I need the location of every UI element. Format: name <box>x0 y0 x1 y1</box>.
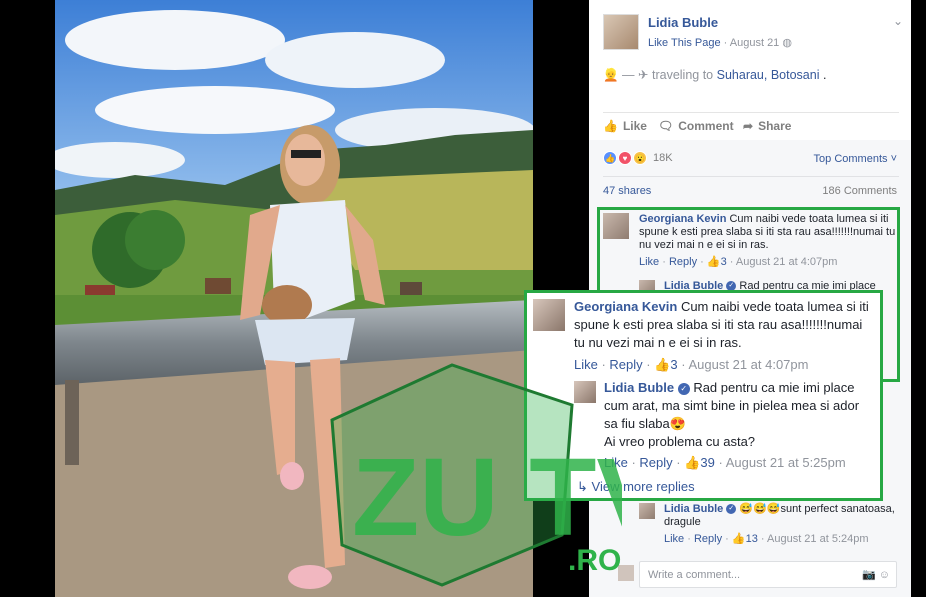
top-comments-label: Top Comments <box>813 153 888 165</box>
reply-arrow-icon: ↳ <box>577 479 592 494</box>
chevron-down-icon[interactable]: ⌄ <box>893 14 903 28</box>
commenter-avatar-zoom[interactable] <box>533 299 565 331</box>
view-more-replies[interactable]: ↳ View more replies <box>577 478 695 496</box>
replier-avatar-zoom[interactable] <box>574 381 596 403</box>
replier-avatar[interactable] <box>639 503 655 519</box>
love-reaction-icon: ♥ <box>618 151 632 165</box>
comment-input-icons: 📷 ☺ <box>862 568 890 581</box>
status-place[interactable]: Suharau, Botosani <box>717 68 820 82</box>
emoji-icon[interactable]: ☺ <box>879 569 890 581</box>
thumbs-up-icon: 👍 <box>684 455 701 470</box>
like-label: Like <box>622 119 647 133</box>
zoom-comment-actions: Like · Reply · 👍3 · August 21 at 4:07pm <box>574 357 809 372</box>
post-meta: Like This Page · August 21 ◍ <box>648 36 792 49</box>
status-traveling: traveling to <box>651 68 714 82</box>
reply-item: Lidia Buble ✓ 😅😅😅sunt perfect sanatoasa,… <box>639 503 899 546</box>
thumbs-up-icon: 👍 <box>654 357 671 372</box>
divider <box>603 176 899 177</box>
thumbs-up-icon: 👍 <box>603 119 618 133</box>
comments-count[interactable]: 186 Comments <box>822 185 897 197</box>
photo-illustration <box>55 0 533 597</box>
reply-reply-link[interactable]: Reply <box>694 533 722 545</box>
wow-reaction-icon: 😮 <box>633 151 647 165</box>
verified-badge-icon: ✓ <box>726 504 737 515</box>
author-avatar[interactable] <box>603 14 639 50</box>
zoomed-comment-overlay: Georgiana Kevin Cum naibi vede toata lum… <box>524 290 883 501</box>
reactions-summary[interactable]: 👍 ♥ 😮 18K <box>603 151 673 165</box>
status-end: . <box>822 68 827 82</box>
zoom-time[interactable]: August 21 at 4:07pm <box>689 357 809 372</box>
reply-like-link[interactable]: Like <box>664 533 684 545</box>
share-button[interactable]: ➦ Share <box>743 119 791 133</box>
zoom-comment-body: Georgiana Kevin Cum naibi vede toata lum… <box>574 298 874 352</box>
like-page-link[interactable]: Like This Page <box>648 37 721 49</box>
like-button[interactable]: 👍 Like <box>603 119 647 133</box>
zoom-reply-body: Lidia Buble ✓ Rad pentru ca mie imi plac… <box>604 379 874 451</box>
zoom-reply-reply-link[interactable]: Reply <box>639 455 672 470</box>
user-avatar <box>618 565 634 581</box>
zoom-likes[interactable]: 3 <box>670 357 677 372</box>
comment-button[interactable]: 🗨 Comment <box>658 119 734 133</box>
zoom-reply-time[interactable]: August 21 at 5:25pm <box>726 455 846 470</box>
screenshot-stage: Lidia Buble Like This Page · August 21 ◍… <box>0 0 926 597</box>
comment-label: Comment <box>678 119 734 133</box>
zoom-like-link[interactable]: Like <box>574 357 598 372</box>
zoom-reply-link[interactable]: Reply <box>609 357 642 372</box>
commenter-name-zoom[interactable]: Georgiana Kevin <box>574 299 677 314</box>
comment-icon: 🗨 <box>658 119 674 133</box>
replier-name-zoom[interactable]: Lidia Buble <box>604 380 674 395</box>
post-header: Lidia Buble Like This Page · August 21 ◍… <box>603 14 903 54</box>
divider <box>603 112 899 113</box>
zoom-reply-actions: Like · Reply · 👍39 · August 21 at 5:25pm <box>604 455 846 470</box>
top-comments-dropdown[interactable]: Top Comments ˅ <box>814 153 897 165</box>
shares-link[interactable]: 47 shares <box>603 185 651 197</box>
reactions-count: 18K <box>653 152 673 164</box>
post-photo[interactable] <box>55 0 533 597</box>
reply-time[interactable]: August 21 at 5:24pm <box>767 533 869 545</box>
verified-badge-icon: ✓ <box>677 382 690 395</box>
post-date[interactable]: August 21 <box>730 37 780 49</box>
reply-body: Lidia Buble ✓ 😅😅😅sunt perfect sanatoasa,… <box>664 503 899 546</box>
person-emoji-icon: 👱 <box>603 68 623 82</box>
author-name[interactable]: Lidia Buble <box>648 15 718 30</box>
share-label: Share <box>758 119 792 133</box>
post-status: 👱 — ✈ traveling to Suharau, Botosani . <box>603 67 826 83</box>
zoom-reply-likes[interactable]: 39 <box>700 455 714 470</box>
reply-text2-zoom: Ai vreo problema cu asta? <box>604 434 756 449</box>
reply-likes[interactable]: 13 <box>746 533 758 545</box>
airplane-icon: ✈ <box>638 68 652 82</box>
heart-eyes-emoji-icon: 😍 <box>669 416 686 431</box>
reply-actions: Like · Reply · 👍13 · August 21 at 5:24pm <box>664 533 869 545</box>
status-dash: — <box>622 68 639 82</box>
thumbs-up-icon: 👍 <box>731 533 746 545</box>
view-more-label: View more replies <box>591 479 695 494</box>
replier-name[interactable]: Lidia Buble <box>664 503 723 515</box>
post-actions: 👍 Like 🗨 Comment ➦ Share <box>603 119 899 135</box>
camera-icon[interactable]: 📷 <box>862 569 876 581</box>
share-icon: ➦ <box>743 119 754 133</box>
like-reaction-icon: 👍 <box>603 151 617 165</box>
write-comment-input[interactable]: Write a comment... 📷 ☺ <box>639 561 897 588</box>
write-comment-placeholder: Write a comment... <box>648 569 741 581</box>
zoom-reply-like-link[interactable]: Like <box>604 455 628 470</box>
globe-icon: ◍ <box>782 37 792 49</box>
